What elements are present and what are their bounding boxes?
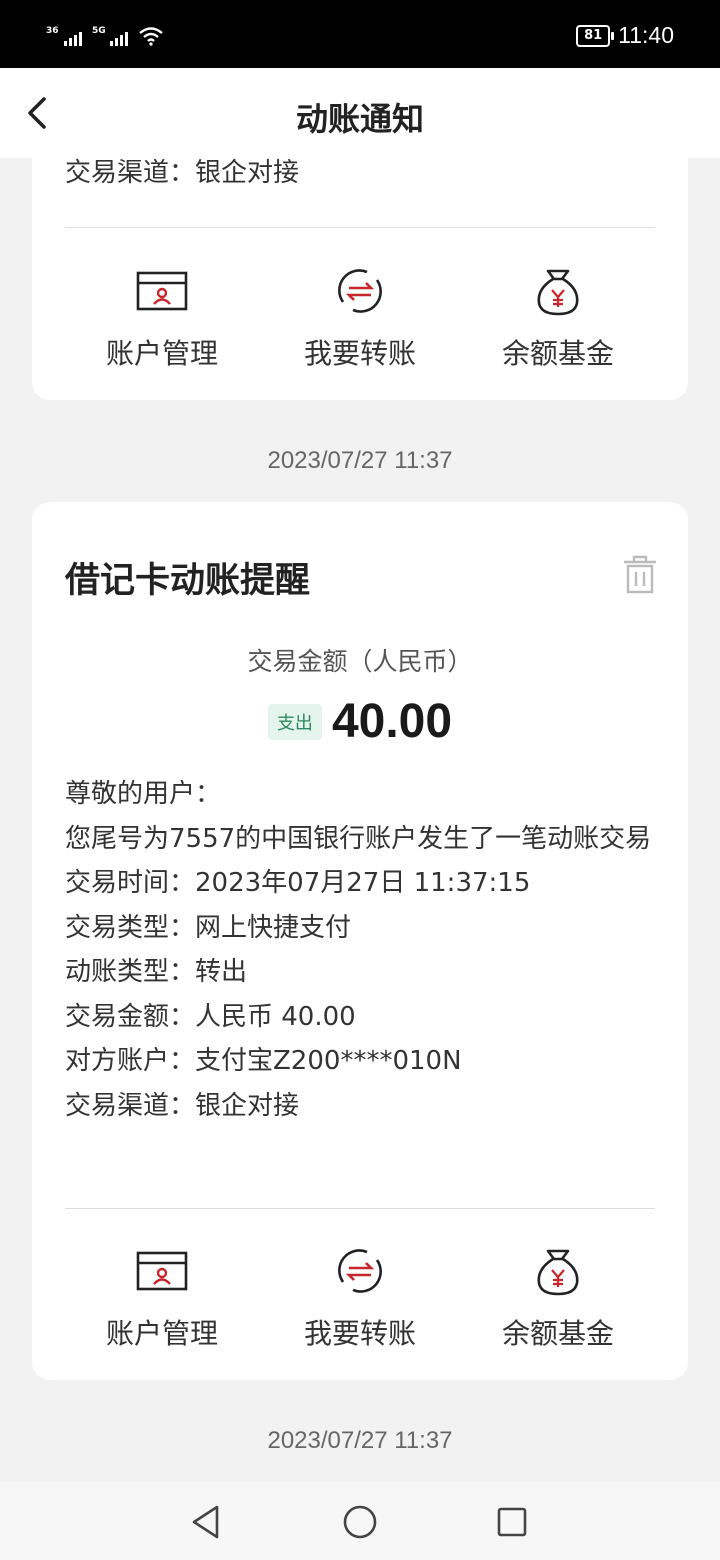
expense-badge: 支出 xyxy=(267,703,322,740)
detail-counterparty: 对方账户：支付宝Z200****010N xyxy=(65,1046,462,1076)
signal-2-label: 5G xyxy=(92,26,106,36)
status-bar: 36 5G 81 11:40 xyxy=(0,0,720,68)
notification-card: 借记卡动账提醒 交易金额（人民币） 支出 40.00 尊敬的用户： 您尾号为75… xyxy=(32,502,688,1380)
signal-1-label: 36 xyxy=(46,26,59,36)
detail-amount: 交易金额：人民币 40.00 xyxy=(65,1001,356,1032)
notification-card-previous: 交易渠道：银企对接 账户管理 我要转账 余额基金 xyxy=(32,120,688,400)
system-nav-bar xyxy=(0,1482,720,1560)
card-actions: 账户管理 我要转账 余额基金 xyxy=(32,1242,688,1362)
timestamp: 2023/07/27 11:37 xyxy=(267,447,453,474)
square-recents-icon xyxy=(497,1507,527,1537)
notice-message: 您尾号为7557的中国银行账户发生了一笔动账交易 xyxy=(65,823,652,854)
account-management-button[interactable]: 账户管理 xyxy=(72,1242,252,1352)
detail-channel: 交易渠道：银企对接 xyxy=(65,1090,300,1121)
detail-time: 交易时间：2023年07月27日 11:37:15 xyxy=(65,868,531,898)
card-divider xyxy=(65,227,655,228)
nav-back-button[interactable] xyxy=(186,1502,226,1542)
action-label: 我要转账 xyxy=(303,1317,416,1350)
page-title: 动账通知 xyxy=(295,100,424,138)
balance-fund-button[interactable]: 余额基金 xyxy=(468,1242,648,1352)
action-label: 我要转账 xyxy=(303,337,416,370)
clock: 11:40 xyxy=(618,22,674,48)
action-label: 账户管理 xyxy=(105,337,218,370)
amount-label: 交易金额（人民币） xyxy=(247,647,473,676)
detail-movement-type: 动账类型：转出 xyxy=(65,957,248,987)
nav-home-button[interactable] xyxy=(340,1502,380,1542)
signal-2-icon: 5G xyxy=(92,26,128,46)
status-right: 81 11:40 xyxy=(576,22,674,49)
transfer-button[interactable]: 我要转账 xyxy=(270,262,450,372)
triangle-back-icon xyxy=(192,1505,219,1539)
wifi-icon xyxy=(139,27,163,46)
card-title: 借记卡动账提醒 xyxy=(65,561,311,601)
trash-icon xyxy=(624,555,656,594)
action-label: 余额基金 xyxy=(501,1317,614,1350)
app-header: 动账通知 xyxy=(0,68,720,158)
greeting: 尊敬的用户： xyxy=(65,779,222,809)
account-card-icon xyxy=(136,1251,188,1291)
nav-recents-button[interactable] xyxy=(492,1502,532,1542)
money-bag-icon xyxy=(537,269,579,316)
action-label: 余额基金 xyxy=(501,337,614,370)
transaction-details: 尊敬的用户： 您尾号为7557的中国银行账户发生了一笔动账交易 交易时间：202… xyxy=(65,772,665,1128)
transfer-icon xyxy=(338,1249,382,1293)
signal-group: 36 5G xyxy=(46,26,164,46)
balance-fund-button[interactable]: 余额基金 xyxy=(468,262,648,372)
card-divider xyxy=(65,1208,655,1209)
transfer-button[interactable]: 我要转账 xyxy=(270,1242,450,1352)
detail-type: 交易类型：网上快捷支付 xyxy=(65,912,352,943)
delete-button[interactable] xyxy=(622,554,658,598)
transfer-icon xyxy=(338,269,382,313)
timestamp: 2023/07/27 11:37 xyxy=(267,1427,453,1454)
signal-1-icon: 36 xyxy=(46,26,82,46)
battery-level: 81 xyxy=(584,27,603,43)
account-management-button[interactable]: 账户管理 xyxy=(72,262,252,372)
battery-icon: 81 xyxy=(576,24,615,47)
action-label: 账户管理 xyxy=(105,1317,218,1350)
card-actions: 账户管理 我要转账 余额基金 xyxy=(32,262,688,382)
money-bag-icon xyxy=(537,1249,579,1296)
transaction-amount: 40.00 xyxy=(331,695,453,748)
account-card-icon xyxy=(136,271,188,311)
amount-row: 支出 40.00 xyxy=(32,694,688,749)
circle-home-icon xyxy=(343,1505,377,1539)
